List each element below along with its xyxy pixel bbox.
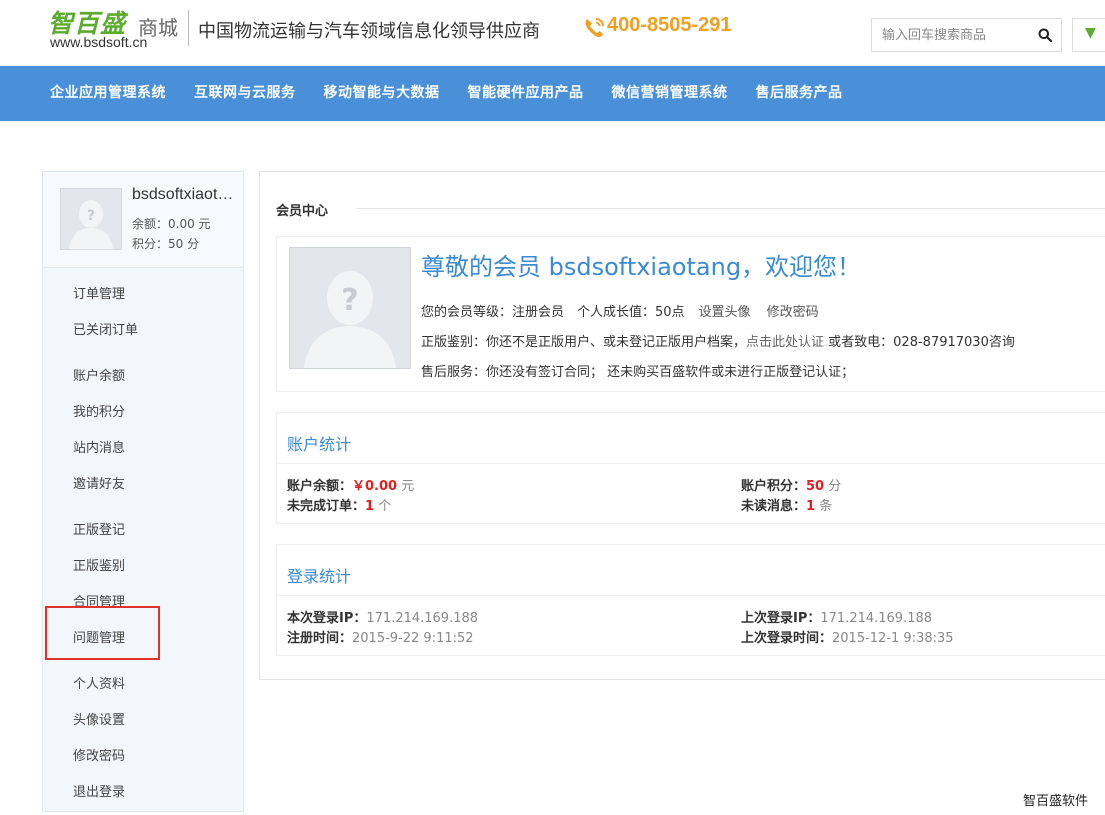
- stat-value: 1: [806, 499, 816, 514]
- stat-unit: 分: [824, 479, 842, 494]
- member-level-text: 您的会员等级：注册会员 个人成长值：50点: [421, 305, 685, 320]
- avatar[interactable]: ?: [60, 188, 122, 250]
- nav-item-internet-cloud[interactable]: 互联网与云服务: [180, 66, 310, 121]
- sidebar-item-closed-orders[interactable]: 已关闭订单: [73, 319, 138, 338]
- sidebar-item-license-verify[interactable]: 正版鉴别: [73, 555, 125, 574]
- nav-list: 企业应用管理系统 互联网与云服务 移动智能与大数据 智能硬件应用产品 微信营销管…: [36, 66, 857, 121]
- site-header: 智百盛 商城 www.bsdsoft.cn 中国物流运输与汽车领域信息化领导供应…: [0, 0, 1105, 66]
- stat-label: 上次登录IP：: [741, 611, 821, 626]
- site-logo[interactable]: 智百盛 商城 www.bsdsoft.cn: [48, 4, 188, 56]
- default-avatar-icon: ?: [290, 248, 410, 368]
- stat-unit: 元: [397, 479, 415, 494]
- sidebar-item-invite[interactable]: 邀请好友: [73, 473, 125, 492]
- phone-icon: [585, 18, 604, 38]
- login-stats-card: 登录统计 本次登录IP：171.214.169.188 注册时间：2015-9-…: [276, 544, 1105, 656]
- title-divider: [356, 208, 1105, 209]
- stat-value: ￥0.00: [352, 479, 398, 494]
- stat-label: 上次登录时间：: [741, 631, 833, 646]
- nav-item-wechat-marketing[interactable]: 微信营销管理系统: [598, 66, 742, 121]
- sidebar-item-license-register[interactable]: 正版登记: [73, 519, 125, 538]
- sidebar-item-change-password[interactable]: 修改密码: [73, 745, 125, 764]
- license-verify-line: 正版鉴别：你还不是正版用户、或未登记正版用户档案，点击此处认证 或者致电：028…: [421, 331, 1015, 350]
- account-stats-title: 账户统计: [287, 435, 352, 454]
- stat-unit: 条: [815, 499, 833, 514]
- sidebar-item-messages[interactable]: 站内消息: [73, 437, 125, 456]
- svg-text:?: ?: [87, 208, 95, 224]
- certify-link[interactable]: 点击此处认证: [746, 335, 824, 350]
- stat-value: 2015-12-1 9:38:35: [832, 631, 954, 646]
- sidebar-item-balance[interactable]: 账户余额: [73, 365, 125, 384]
- nav-item-after-sales[interactable]: 售后服务产品: [742, 66, 857, 121]
- search-icon: [1038, 28, 1052, 42]
- stat-points: 账户积分：50 分: [741, 475, 841, 494]
- hotline-number: 400-8505-291: [607, 14, 732, 36]
- stat-value: 171.214.169.188: [820, 611, 933, 626]
- account-stats-divider: [277, 463, 1105, 464]
- member-sidebar: ? bsdsoftxiaotang 余额：0.00 元 积分：50 分 订单管理…: [42, 171, 244, 812]
- stat-value: 50: [806, 479, 825, 494]
- logo-url: www.bsdsoft.cn: [50, 34, 148, 50]
- stat-label: 未读消息：: [741, 499, 807, 514]
- watermark-text: 智百盛软件: [1023, 794, 1089, 809]
- search-input[interactable]: [872, 19, 1030, 51]
- stat-this-login-ip: 本次登录IP：171.214.169.188: [287, 607, 478, 626]
- stat-value: 1: [365, 499, 375, 514]
- stat-label: 注册时间：: [287, 631, 353, 646]
- stat-last-login-ip: 上次登录IP：171.214.169.188: [741, 607, 932, 626]
- svg-text:?: ?: [341, 283, 358, 318]
- profile-username: bsdsoftxiaotang: [132, 186, 237, 203]
- stat-unit: 个: [374, 499, 392, 514]
- stat-value: 2015-9-22 9:11:52: [352, 631, 474, 646]
- sidebar-item-orders[interactable]: 订单管理: [73, 283, 125, 302]
- page-title: 会员中心: [276, 204, 329, 219]
- profile-balance: 余额：0.00 元: [132, 217, 211, 231]
- login-stats-divider: [277, 595, 1105, 596]
- default-avatar-icon: ?: [61, 189, 121, 249]
- member-avatar[interactable]: ?: [289, 247, 411, 369]
- license-verify-text: 正版鉴别：你还不是正版用户、或未登记正版用户档案，: [421, 335, 747, 350]
- welcome-card: ? 尊敬的会员 bsdsoftxiaotang，欢迎您！ 您的会员等级：注册会员…: [276, 236, 1105, 392]
- stat-register-time: 注册时间：2015-9-22 9:11:52: [287, 627, 474, 646]
- nav-item-mobile-bigdata[interactable]: 移动智能与大数据: [310, 66, 454, 121]
- cart-button[interactable]: ▼: [1072, 18, 1105, 52]
- change-password-link[interactable]: 修改密码: [767, 305, 819, 320]
- main-nav: 企业应用管理系统 互联网与云服务 移动智能与大数据 智能硬件应用产品 微信营销管…: [0, 66, 1105, 121]
- member-center-panel: 会员中心 ? 尊敬的会员 bsdsoftxiaotang，欢迎您！ 您的会员等级…: [259, 171, 1105, 680]
- after-sales-line: 售后服务：你还没有签订合同； 还未购买百盛软件或未进行正版登记认证；: [421, 365, 855, 380]
- sidebar-item-profile[interactable]: 个人资料: [73, 673, 125, 692]
- account-stats-card: 账户统计 账户余额：￥0.00 元 未完成订单：1 个 账户积分：50 分 未读…: [276, 412, 1105, 524]
- stat-unread-messages: 未读消息：1 条: [741, 495, 832, 514]
- stat-label: 本次登录IP：: [287, 611, 367, 626]
- cart-icon: ▼: [1085, 25, 1096, 41]
- nav-item-smart-hardware[interactable]: 智能硬件应用产品: [454, 66, 598, 121]
- sidebar-item-issues[interactable]: 问题管理: [73, 627, 125, 646]
- profile-summary: ? bsdsoftxiaotang 余额：0.00 元 积分：50 分: [43, 172, 243, 268]
- stat-label: 未完成订单：: [287, 499, 366, 514]
- stat-open-orders: 未完成订单：1 个: [287, 495, 391, 514]
- license-contact-text: 或者致电：028-87917030咨询: [824, 335, 1015, 350]
- stat-value: 171.214.169.188: [366, 611, 479, 626]
- search-box: [871, 18, 1062, 52]
- sidebar-item-points[interactable]: 我的积分: [73, 401, 125, 420]
- welcome-message: 尊敬的会员 bsdsoftxiaotang，欢迎您！: [421, 253, 862, 281]
- login-stats-title: 登录统计: [287, 567, 352, 586]
- sidebar-item-logout[interactable]: 退出登录: [73, 781, 125, 800]
- sidebar-item-contracts[interactable]: 合同管理: [73, 591, 125, 610]
- member-level-line: 您的会员等级：注册会员 个人成长值：50点 设置头像 修改密码: [421, 301, 819, 320]
- stat-balance: 账户余额：￥0.00 元: [287, 475, 414, 494]
- stat-label: 账户积分：: [741, 479, 807, 494]
- sidebar-item-avatar-settings[interactable]: 头像设置: [73, 709, 125, 728]
- stat-last-login-time: 上次登录时间：2015-12-1 9:38:35: [741, 627, 954, 646]
- set-avatar-link[interactable]: 设置头像: [699, 305, 751, 320]
- site-slogan: 中国物流运输与汽车领域信息化领导供应商: [198, 21, 540, 42]
- nav-item-enterprise-apps[interactable]: 企业应用管理系统: [36, 66, 180, 121]
- profile-points: 积分：50 分: [132, 237, 200, 251]
- search-button[interactable]: [1029, 19, 1061, 51]
- logo-divider: [188, 10, 189, 46]
- stat-label: 账户余额：: [287, 479, 353, 494]
